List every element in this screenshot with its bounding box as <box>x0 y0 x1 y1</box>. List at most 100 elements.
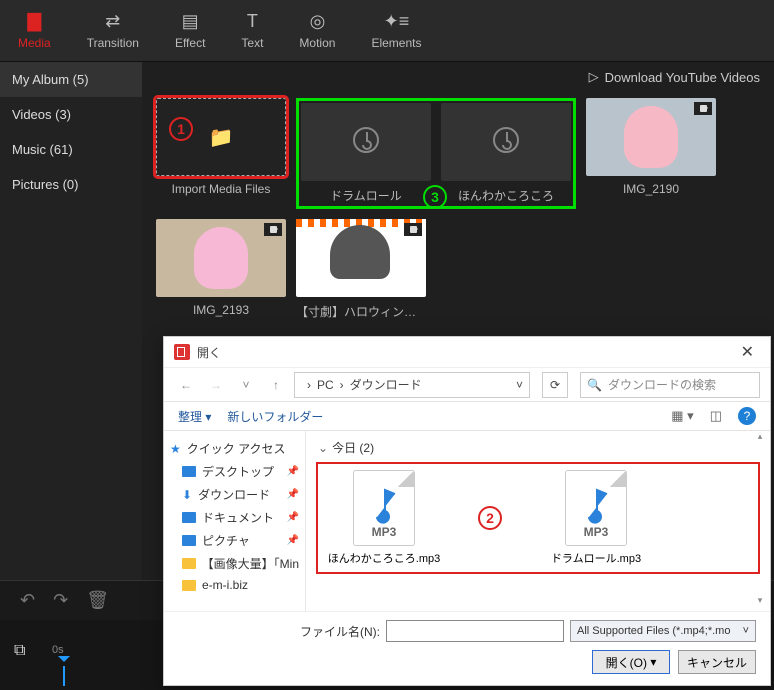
dialog-title: 開く <box>197 344 221 361</box>
card-caption: ドラムロール <box>301 187 431 204</box>
motion-icon: ◎ <box>310 11 326 32</box>
newfolder-button[interactable]: 新しいフォルダー <box>227 408 323 425</box>
help-button[interactable]: ? <box>738 407 756 425</box>
tab-label: Effect <box>175 36 205 50</box>
path-dropdown-icon[interactable]: ˅ <box>516 378 523 392</box>
search-icon: 🔍 <box>587 378 602 392</box>
file-thumb: MP3 <box>565 470 627 546</box>
folder-icon: ▇ <box>27 11 41 32</box>
tab-effect[interactable]: ▤ Effect <box>157 0 223 61</box>
filetype-value: All Supported Files (*.mp4;*.mo <box>577 625 730 637</box>
tab-label: Transition <box>87 36 139 50</box>
tab-media[interactable]: ▇ Media <box>0 0 69 61</box>
path-pc[interactable]: PC <box>317 378 334 392</box>
text-icon: T <box>247 11 258 32</box>
breadcrumb[interactable]: › PC › ダウンロード ˅ <box>294 372 530 398</box>
organize-menu[interactable]: 整理 ▾ <box>178 408 211 425</box>
back-button[interactable]: ← <box>174 373 198 397</box>
path-folder[interactable]: ダウンロード <box>350 376 422 393</box>
group-today[interactable]: ⌄今日 (2) <box>318 439 758 456</box>
open-button[interactable]: 開く(O) ▾ <box>592 650 670 674</box>
desktop-icon <box>182 466 196 477</box>
card-music-1[interactable]: ドラムロール <box>301 103 431 204</box>
forward-button[interactable]: → <box>204 373 228 397</box>
card-caption: IMG_2193 <box>156 303 286 317</box>
delete-button[interactable]: 🗑 <box>86 590 109 611</box>
file-item-2[interactable]: MP3 ドラムロール.mp3 <box>536 470 656 566</box>
sidebar: My Album (5) Videos (3) Music (61) Pictu… <box>0 62 142 580</box>
card-video-2[interactable]: IMG_2193 <box>156 219 286 320</box>
sidebar-item-music[interactable]: Music (61) <box>0 132 142 167</box>
video-thumb[interactable] <box>156 219 286 297</box>
tab-motion[interactable]: ◎ Motion <box>281 0 353 61</box>
file-name: ほんわかころころ.mp3 <box>328 550 440 566</box>
star-icon: ★ <box>170 442 181 456</box>
tree-documents[interactable]: ドキュメント📌 <box>164 506 305 529</box>
mp3-badge: MP3 <box>372 525 397 539</box>
camera-icon <box>694 102 712 115</box>
recent-dropdown[interactable]: ˅ <box>234 373 258 397</box>
music-note-icon <box>349 123 383 162</box>
tree-downloads[interactable]: ⬇ダウンロード📌 <box>164 483 305 506</box>
card-import[interactable]: 1 📁 Import Media Files <box>156 98 286 209</box>
scroll-down-icon[interactable]: ▾ <box>752 595 768 611</box>
music-note-icon <box>489 123 523 162</box>
music-thumb[interactable] <box>441 103 571 181</box>
card-video-3[interactable]: 【寸劇】ハロウィンでちー… <box>296 219 426 320</box>
tree-folder-2[interactable]: e-m-i.biz <box>164 575 305 595</box>
mp3-badge: MP3 <box>584 525 609 539</box>
effect-icon: ▤ <box>182 11 199 32</box>
card-caption: ほんわかころころ <box>441 187 571 204</box>
video-thumb[interactable] <box>586 98 716 176</box>
search-placeholder: ダウンロードの検索 <box>608 376 716 393</box>
tab-transition[interactable]: ⇄ Transition <box>69 0 157 61</box>
playhead-line[interactable] <box>63 666 65 686</box>
filetype-select[interactable]: All Supported Files (*.mp4;*.mo ˅ <box>570 620 756 642</box>
tree-pictures[interactable]: ピクチャ📌 <box>164 529 305 552</box>
cancel-button[interactable]: キャンセル <box>678 650 756 674</box>
redo-button[interactable]: ↷ <box>53 590 68 611</box>
music-thumb[interactable] <box>301 103 431 181</box>
view-mode-button[interactable]: ▦ ▾ <box>671 408 693 424</box>
card-music-2[interactable]: ほんわかころころ 3 <box>441 103 571 204</box>
chevron-down-icon: ⌄ <box>318 441 328 455</box>
sidebar-item-pictures[interactable]: Pictures (0) <box>0 167 142 202</box>
top-tabbar: ▇ Media ⇄ Transition ▤ Effect T Text ◎ M… <box>0 0 774 62</box>
tab-text[interactable]: T Text <box>223 0 281 61</box>
close-button[interactable]: ✕ <box>735 340 760 364</box>
preview-pane-button[interactable]: ◫ <box>710 408 722 424</box>
scroll-up-icon[interactable]: ▴ <box>752 431 768 447</box>
camera-icon <box>404 223 422 236</box>
annotation-2: 2 <box>478 506 502 530</box>
tree-folder-1[interactable]: 【画像大量】「Min <box>164 552 305 575</box>
folder-plus-icon: 📁 <box>209 125 234 150</box>
tree-desktop[interactable]: デスクトップ📌 <box>164 460 305 483</box>
tree-quickaccess[interactable]: ★クイック アクセス <box>164 437 305 460</box>
timecode-zero: 0s <box>52 644 64 656</box>
annotation-box-2: MP3 ほんわかころころ.mp3 2 MP3 ドラムロール.mp3 <box>318 464 758 572</box>
youtube-icon: ▷ <box>589 69 599 85</box>
video-thumb[interactable] <box>296 219 426 297</box>
file-thumb: MP3 <box>353 470 415 546</box>
app-icon <box>174 344 190 360</box>
download-link[interactable]: Download YouTube Videos <box>605 70 760 85</box>
pin-icon: 📌 <box>287 466 299 477</box>
sidebar-item-videos[interactable]: Videos (3) <box>0 97 142 132</box>
filename-input[interactable] <box>386 620 564 642</box>
undo-button[interactable]: ↶ <box>20 590 35 611</box>
tab-elements[interactable]: ✦≡ Elements <box>353 0 439 61</box>
import-thumb[interactable]: 1 📁 <box>156 98 286 176</box>
search-input[interactable]: 🔍 ダウンロードの検索 <box>580 372 760 398</box>
scrollbar[interactable]: ▴ ▾ <box>752 431 768 611</box>
card-video-1[interactable]: IMG_2190 <box>586 98 716 209</box>
file-name: ドラムロール.mp3 <box>551 550 641 566</box>
sidebar-item-myalbum[interactable]: My Album (5) <box>0 62 142 97</box>
card-caption: 【寸劇】ハロウィンでちー… <box>296 303 426 320</box>
file-item-1[interactable]: MP3 ほんわかころころ.mp3 <box>324 470 444 566</box>
elements-icon: ✦≡ <box>384 11 410 32</box>
refresh-button[interactable]: ⟳ <box>542 372 568 398</box>
up-button[interactable]: ↑ <box>264 373 288 397</box>
tab-label: Elements <box>371 36 421 50</box>
pin-icon: 📌 <box>287 535 299 546</box>
add-track-button[interactable]: ⧉ <box>14 642 25 660</box>
